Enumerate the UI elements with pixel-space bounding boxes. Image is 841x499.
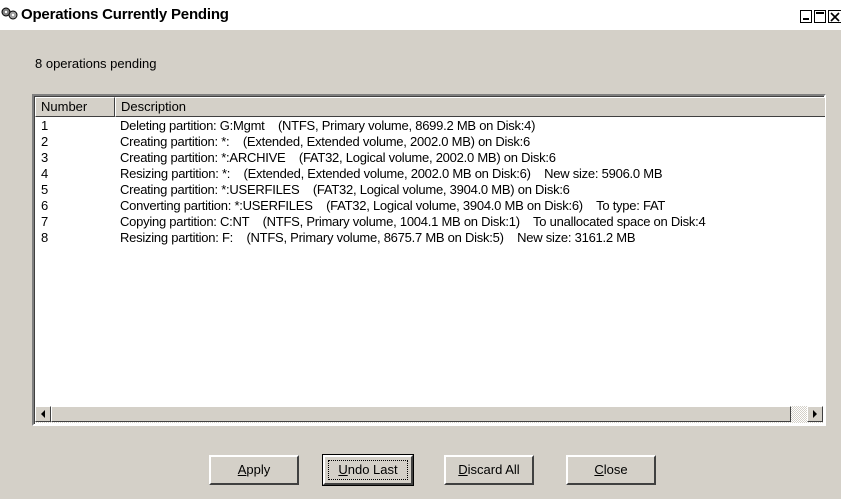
column-header-number[interactable]: Number [35,97,115,117]
operation-description: Creating partition: *: (Extended, Extend… [120,134,531,149]
operation-description: Resizing partition: F: (NTFS, Primary vo… [120,230,636,245]
operations-pending-dialog: Operations Currently Pending 8 operation… [0,0,841,499]
operation-description: Creating partition: *:ARCHIVE (FAT32, Lo… [120,150,556,165]
maximize-button[interactable] [814,10,826,23]
discard-all-label: iscard All [467,462,520,477]
operations-list[interactable]: Number Description 1 Deleting partition:… [32,94,826,426]
operation-number: 2 [41,134,49,149]
operation-number: 3 [41,150,49,165]
operation-number: 7 [41,214,49,229]
close-icon [830,12,840,22]
operation-number: 4 [41,166,49,181]
horizontal-scrollbar[interactable] [35,406,823,423]
scroll-left-button[interactable] [35,406,51,422]
minimize-button[interactable] [800,10,812,23]
title-bar[interactable]: Operations Currently Pending [0,0,841,30]
operation-number: 8 [41,230,49,245]
operation-description: Creating partition: *:USERFILES (FAT32, … [120,182,570,197]
close-hotkey: C [594,462,604,477]
undo-last-hotkey: U [338,462,348,477]
apply-button[interactable]: Apply [209,455,299,485]
apply-label: pply [246,462,271,477]
close-window-button[interactable] [828,10,841,23]
operation-number: 1 [41,118,49,133]
operation-description: Deleting partition: G:Mgmt (NTFS, Primar… [120,118,536,133]
disk-operations-icon [1,7,18,20]
operation-description: Converting partition: *:USERFILES (FAT32… [120,198,666,213]
operation-description: Copying partition: C:NT (NTFS, Primary v… [120,214,706,229]
close-label: lose [603,462,628,477]
discard-all-button[interactable]: Discard All [444,455,534,485]
operation-number: 5 [41,182,49,197]
scroll-right-button[interactable] [807,406,823,422]
arrow-right-icon [813,410,817,418]
close-button[interactable]: Close [566,455,656,485]
window-title: Operations Currently Pending [21,6,229,23]
column-header-description[interactable]: Description [115,97,825,117]
undo-last-button[interactable]: Undo Last [322,454,414,486]
operation-number: 6 [41,198,49,213]
operation-description: Resizing partition: *: (Extended, Extend… [120,166,663,181]
discard-all-hotkey: D [458,462,468,477]
scrollbar-thumb[interactable] [51,406,791,422]
undo-last-label: ndo Last [347,462,398,477]
arrow-left-icon [41,410,45,418]
pending-count-label: 8 operations pending [35,56,157,71]
